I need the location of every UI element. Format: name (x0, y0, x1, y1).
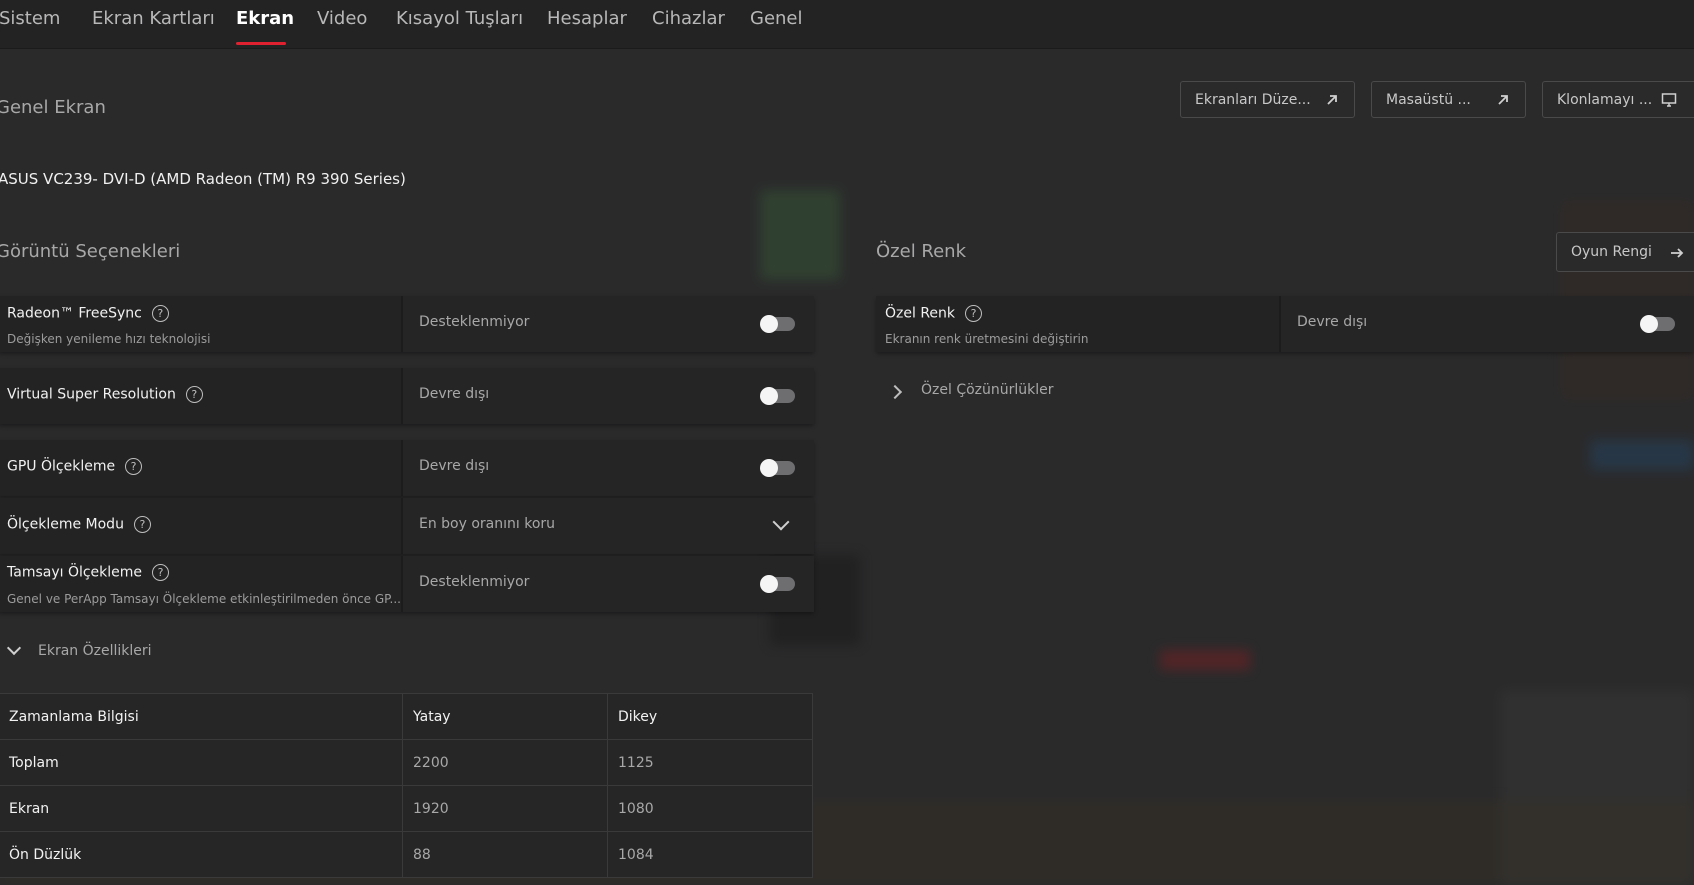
table-cell: 2200 (402, 739, 608, 786)
scaling-mode-value: En boy oranını koru (419, 516, 556, 532)
table-cell: 1080 (607, 785, 813, 832)
header-cell: Zamanlama Bilgisi (0, 693, 403, 740)
clone-button[interactable]: Klonlamayı ... (1542, 81, 1694, 118)
tab-kisayol-tuslari[interactable]: Kısayol Tuşları (396, 8, 523, 29)
table-cell: Ekran (0, 785, 403, 832)
scaling-mode-title: Ölçekleme Modu? (7, 516, 151, 533)
table-cell: 88 (402, 831, 608, 878)
table-cell: 1084 (607, 831, 813, 878)
scaling-mode-row: Ölçekleme Modu? En boy oranını koru (0, 498, 814, 554)
scaling-mode-dropdown[interactable]: En boy oranını koru (403, 498, 814, 554)
custom-color-row-value: Devre dışı (1297, 314, 1368, 330)
freesync-title: Radeon™ FreeSync? (7, 305, 169, 322)
custom-color-toggle[interactable] (1640, 315, 1675, 333)
game-color-button[interactable]: Oyun Rengi (1556, 232, 1694, 272)
gpu-scaling-row: GPU Ölçekleme? Devre dışı (0, 440, 814, 496)
help-icon[interactable]: ? (152, 564, 170, 581)
tab-genel[interactable]: Genel (750, 8, 803, 29)
freesync-row: Radeon™ FreeSync? Değişken yenileme hızı… (0, 296, 814, 352)
tab-ekran[interactable]: Ekran (236, 8, 294, 29)
custom-color-row: Özel Renk? Ekranın renk üretmesini değiş… (876, 296, 1694, 352)
chevron-right-icon (887, 384, 903, 400)
chevron-down-icon (772, 513, 790, 531)
vsr-toggle[interactable] (760, 387, 795, 405)
vsr-title: Virtual Super Resolution? (7, 386, 203, 403)
table-row: Ön Düzlük 88 1084 (0, 831, 813, 878)
display-specs-label: Ekran Özellikleri (38, 643, 152, 659)
timing-table: Zamanlama Bilgisi Yatay Dikey Toplam 220… (0, 693, 813, 878)
device-name: ASUS VC239- DVI-D (AMD Radeon (TM) R9 39… (0, 170, 406, 188)
gpu-scaling-toggle[interactable] (760, 459, 795, 477)
help-icon[interactable]: ? (965, 305, 983, 322)
integer-scaling-title: Tamsayı Ölçekleme? (7, 564, 170, 581)
table-header-row: Zamanlama Bilgisi Yatay Dikey (0, 693, 813, 740)
active-tab-indicator (236, 42, 286, 45)
header-cell: Yatay (402, 693, 608, 740)
table-cell: 1125 (607, 739, 813, 786)
top-navigation: Sistem Ekran Kartları Ekran Video Kısayo… (0, 0, 1694, 49)
custom-resolutions-expander[interactable]: Özel Çözünürlükler (887, 382, 1128, 402)
external-link-icon (1327, 95, 1337, 105)
tab-hesaplar[interactable]: Hesaplar (547, 8, 627, 29)
desktop-label: Masaüstü ... (1386, 92, 1471, 108)
gpu-scaling-title: GPU Ölçekleme? (7, 458, 143, 475)
chevron-down-icon (6, 640, 22, 656)
monitor-icon (1661, 93, 1677, 107)
custom-color-row-title: Özel Renk? (885, 305, 983, 322)
integer-scaling-row: Tamsayı Ölçekleme? Genel ve PerApp Tamsa… (0, 556, 814, 612)
help-icon[interactable]: ? (185, 386, 203, 403)
arrange-displays-label: Ekranları Düze... (1195, 92, 1311, 108)
custom-resolutions-label: Özel Çözünürlükler (921, 382, 1054, 398)
table-cell: Toplam (0, 739, 403, 786)
help-icon[interactable]: ? (125, 458, 143, 475)
tab-cihazlar[interactable]: Cihazlar (652, 8, 725, 29)
desktop-button[interactable]: Masaüstü ... (1371, 81, 1526, 118)
table-cell: 1920 (402, 785, 608, 832)
game-color-label: Oyun Rengi (1571, 244, 1652, 260)
clone-label: Klonlamayı ... (1557, 92, 1653, 108)
display-specs-expander[interactable]: Ekran Özellikleri (6, 640, 206, 663)
integer-scaling-subtitle: Genel ve PerApp Tamsayı Ölçekleme etkinl… (7, 592, 401, 606)
freesync-value: Desteklenmiyor (419, 314, 530, 330)
freesync-toggle[interactable] (760, 315, 795, 333)
vsr-value: Devre dışı (419, 386, 490, 402)
arrange-displays-button[interactable]: Ekranları Düze... (1180, 81, 1355, 118)
custom-color-title: Özel Renk (876, 241, 967, 262)
table-cell: Ön Düzlük (0, 831, 403, 878)
vsr-row: Virtual Super Resolution? Devre dışı (0, 368, 814, 424)
integer-scaling-value: Desteklenmiyor (419, 574, 530, 590)
table-row: Toplam 2200 1125 (0, 739, 813, 786)
custom-color-row-subtitle: Ekranın renk üretmesini değiştirin (885, 332, 1089, 346)
general-display-title: Genel Ekran (0, 97, 106, 118)
help-icon[interactable]: ? (133, 516, 151, 533)
table-row: Ekran 1920 1080 (0, 785, 813, 832)
external-link-icon (1498, 95, 1508, 105)
tab-sistem[interactable]: Sistem (0, 8, 60, 29)
display-options-title: Görüntü Seçenekleri (0, 241, 181, 262)
tab-ekran-kartlari[interactable]: Ekran Kartları (92, 8, 215, 29)
tab-video[interactable]: Video (317, 8, 367, 29)
freesync-subtitle: Değişken yenileme hızı teknolojisi (7, 332, 211, 346)
gpu-scaling-value: Devre dışı (419, 458, 490, 474)
help-icon[interactable]: ? (151, 305, 169, 322)
header-cell: Dikey (607, 693, 813, 740)
arrow-right-icon (1671, 248, 1684, 258)
integer-scaling-toggle[interactable] (760, 575, 795, 593)
